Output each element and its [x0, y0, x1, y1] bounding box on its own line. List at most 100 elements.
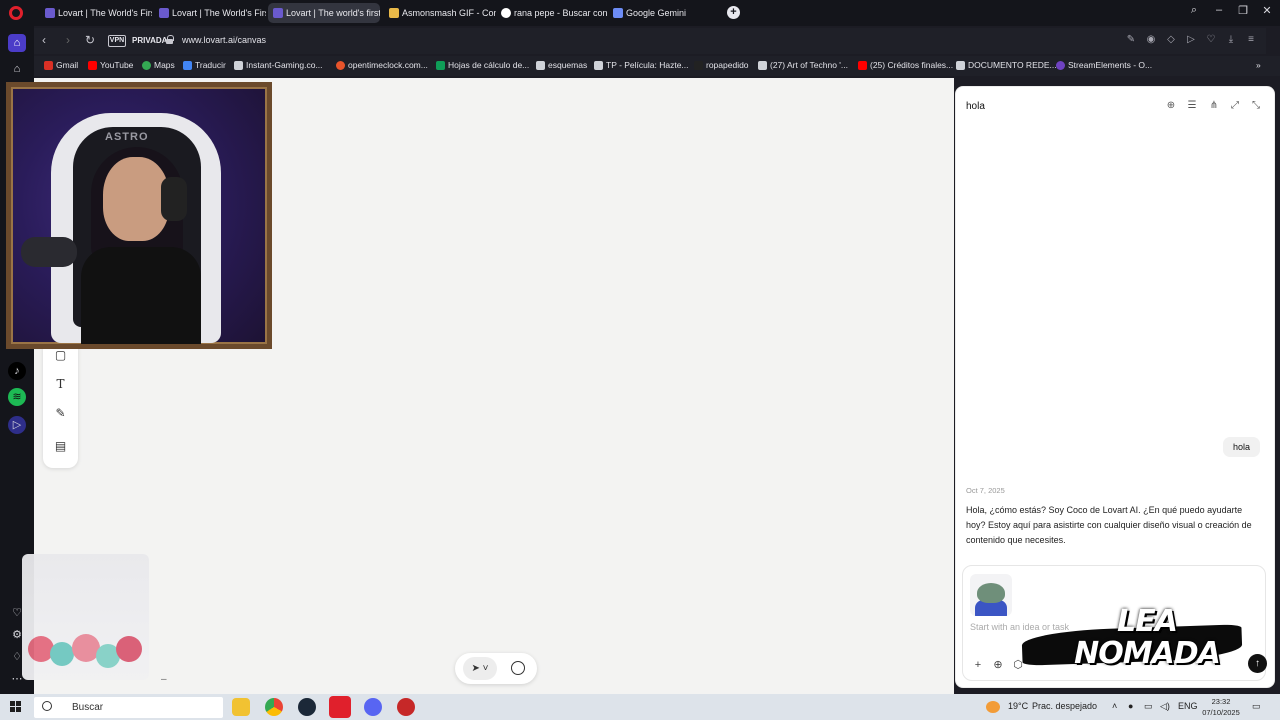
opera-taskbar-icon[interactable]: [329, 696, 351, 718]
bookmark-creditos[interactable]: (25) Créditos finales...: [858, 60, 953, 70]
history-icon[interactable]: ☰: [1185, 99, 1199, 113]
bookmark-label: Maps: [154, 60, 175, 70]
attached-image-thumbnail[interactable]: [970, 574, 1012, 616]
shield-icon[interactable]: ◇: [1164, 34, 1178, 45]
bookmark-hojas[interactable]: Hojas de cálculo de...: [436, 60, 529, 70]
bookmark-documento[interactable]: DOCUMENTO REDE...: [956, 60, 1057, 70]
logo-line-1: LEA: [1117, 604, 1178, 639]
tab-label: Asmonsmash GIF - Conse: [402, 8, 496, 18]
taskbar-search[interactable]: Buscar: [34, 697, 223, 718]
bookmark-instant-gaming[interactable]: Instant-Gaming.co...: [234, 60, 323, 70]
tab-label: Lovart | The World's First: [58, 8, 152, 18]
webcam-overlay: ASTRO: [6, 82, 272, 349]
language-indicator[interactable]: ENG: [1178, 701, 1198, 711]
tab-3-active[interactable]: Lovart | The world's first d: [268, 3, 380, 23]
bookmark-tp-pelicula[interactable]: TP - Película: Hazte...: [594, 60, 689, 70]
tiktok-icon[interactable]: ♪: [8, 362, 26, 380]
bookmark-opentimeclock[interactable]: opentimeclock.com...: [336, 60, 428, 70]
tab-label: Lovart | The World's First: [172, 8, 266, 18]
weather-temp[interactable]: 19°C: [1008, 701, 1028, 711]
app-icon[interactable]: [397, 698, 415, 716]
spotify-icon[interactable]: ≋: [8, 388, 26, 406]
maximize-button[interactable]: ❐: [1234, 4, 1252, 17]
zoom-out-button[interactable]: –: [161, 674, 167, 685]
bookmark-streamelements[interactable]: StreamElements - O...: [1056, 60, 1152, 70]
lock-icon[interactable]: [166, 35, 174, 45]
tab-search-icon[interactable]: ⌕: [1185, 4, 1203, 17]
send-button[interactable]: ↑: [1248, 654, 1267, 673]
lovart-favicon-icon: [159, 8, 169, 18]
bookmark-label: Instant-Gaming.co...: [246, 60, 323, 70]
bookmark-maps[interactable]: Maps: [142, 60, 175, 70]
new-chat-icon[interactable]: ⊕: [1164, 99, 1178, 113]
back-icon[interactable]: ‹: [36, 33, 52, 47]
url-field[interactable]: www.lovart.ai/canvas: [182, 35, 266, 45]
vpn-badge[interactable]: VPN: [108, 35, 126, 47]
share-icon[interactable]: ⋔: [1207, 99, 1221, 113]
notifications-icon[interactable]: ▭: [1252, 701, 1261, 712]
microphone-tray-icon[interactable]: ●: [1128, 701, 1133, 711]
page-icon: [234, 61, 243, 70]
reload-icon[interactable]: ↻: [82, 33, 98, 47]
close-window-button[interactable]: ✕: [1258, 4, 1276, 17]
network-icon[interactable]: ▭: [1144, 701, 1153, 712]
frame-tool-icon[interactable]: ▢: [53, 348, 68, 363]
tab-1[interactable]: Lovart | The World's First: [40, 3, 152, 23]
bookmarks-more-icon[interactable]: »: [1256, 60, 1261, 70]
gmail-icon: [44, 61, 53, 70]
tab-label: rana pepe - Buscar con G: [514, 8, 608, 18]
expand-icon[interactable]: ⤢: [1228, 99, 1242, 113]
pencil-tool-icon[interactable]: ✎: [53, 406, 68, 421]
chair-brand-text: ASTRO: [105, 131, 149, 143]
chrome-icon[interactable]: [265, 698, 283, 716]
layout-tool-icon[interactable]: ▤: [53, 439, 68, 454]
add-icon[interactable]: +: [971, 658, 985, 672]
bookmark-label: StreamElements - O...: [1068, 60, 1153, 70]
minimize-button[interactable]: –: [1210, 4, 1228, 16]
weather-desc[interactable]: Prac. despejado: [1032, 701, 1097, 711]
bookmark-gmail[interactable]: Gmail: [44, 60, 78, 70]
tab-6[interactable]: Google Gemini: [608, 3, 720, 23]
new-tab-button[interactable]: +: [727, 6, 740, 19]
forward-icon[interactable]: ›: [60, 33, 76, 47]
bookmark-label: TP - Película: Hazte...: [606, 60, 689, 70]
steam-icon[interactable]: [298, 698, 316, 716]
windows-start-icon[interactable]: [10, 701, 22, 713]
heart-icon[interactable]: ♡: [1204, 34, 1218, 45]
browser-tab-strip: Lovart | The World's First Lovart | The …: [0, 0, 1280, 26]
edit-icon[interactable]: ✎: [1124, 34, 1138, 45]
bookmark-ropapedido[interactable]: ropapedido: [694, 60, 749, 70]
camera-icon[interactable]: ◉: [1144, 34, 1158, 45]
tab-2[interactable]: Lovart | The World's First: [154, 3, 266, 23]
clock[interactable]: 23:32 07/10/2025: [1198, 696, 1244, 718]
discord-icon[interactable]: [364, 698, 382, 716]
text-tool-icon[interactable]: T: [53, 377, 68, 392]
bookmark-youtube[interactable]: YouTube: [88, 60, 133, 70]
download-icon[interactable]: ⤓: [1224, 34, 1238, 45]
tab-5[interactable]: rana pepe - Buscar con G: [496, 3, 608, 23]
page-icon: [758, 61, 767, 70]
comment-icon[interactable]: [511, 661, 525, 675]
opera-logo-icon[interactable]: [9, 6, 23, 20]
streamelements-icon: [1056, 61, 1065, 70]
clock-date: 07/10/2025: [1202, 708, 1240, 717]
file-explorer-icon[interactable]: [232, 698, 250, 716]
player-icon[interactable]: ▷: [8, 416, 26, 434]
bookmark-traducir[interactable]: Traducir: [183, 60, 226, 70]
globe-icon[interactable]: ⊕: [991, 658, 1005, 672]
select-cursor-icon[interactable]: ➤ ˅: [463, 657, 497, 680]
tray-chevron-icon[interactable]: ˄: [1112, 701, 1117, 711]
bookmark-esquemas[interactable]: esquemas: [536, 60, 587, 70]
home-icon[interactable]: ⌂: [8, 34, 26, 52]
flower-jar-overlay: [22, 554, 149, 680]
collapse-icon[interactable]: ⤡: [1249, 99, 1263, 113]
lovart-favicon-icon: [45, 8, 55, 18]
menu-icon[interactable]: ≡: [1244, 34, 1258, 45]
bookmark-art-of-techno[interactable]: (27) Art of Techno '...: [758, 60, 848, 70]
tab-4[interactable]: Asmonsmash GIF - Conse: [384, 3, 496, 23]
assistant-reply: Hola, ¿cómo estás? Soy Coco de Lovart AI…: [966, 505, 1252, 545]
chat-title: hola: [966, 101, 985, 112]
volume-icon[interactable]: ◁): [1160, 701, 1170, 712]
play-icon[interactable]: ▷: [1184, 34, 1198, 45]
start-page-icon[interactable]: ⌂: [8, 60, 26, 78]
